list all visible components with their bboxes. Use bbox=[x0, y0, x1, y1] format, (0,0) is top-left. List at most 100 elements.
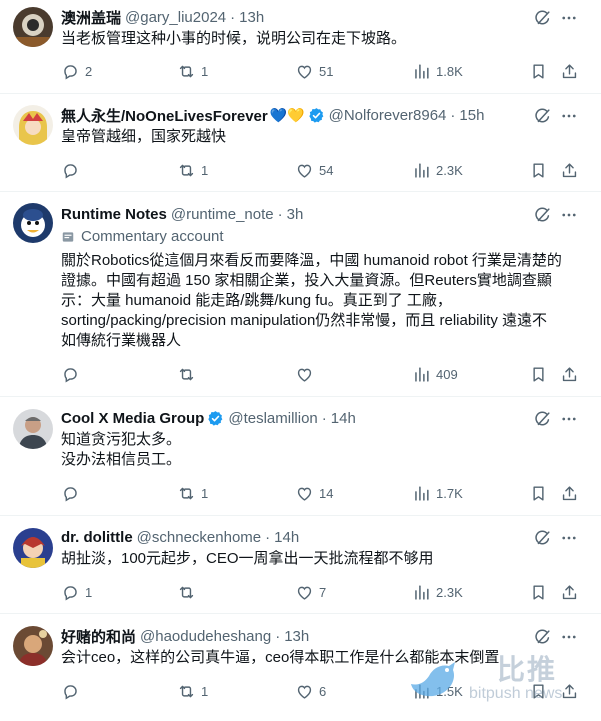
bookmark-button[interactable] bbox=[529, 160, 548, 180]
repost-icon bbox=[177, 365, 196, 384]
separator-dot: · bbox=[450, 106, 456, 124]
tweet-text: 皇帝管越细，国家死越快 bbox=[61, 128, 227, 145]
user-handle[interactable]: @haodudeheshang bbox=[140, 628, 271, 645]
display-name[interactable]: 無人永生/NoOneLivesForever bbox=[61, 105, 268, 126]
tweet-top-actions bbox=[533, 106, 579, 126]
avatar[interactable] bbox=[13, 626, 53, 666]
reply-icon bbox=[61, 682, 80, 701]
grok-icon[interactable] bbox=[533, 627, 553, 647]
share-icon bbox=[560, 365, 579, 384]
share-button[interactable] bbox=[560, 681, 579, 701]
repost-button[interactable]: 1 bbox=[177, 61, 208, 81]
tweet-text-line: 没办法相信员工。 bbox=[61, 451, 182, 468]
repost-count: 1 bbox=[201, 683, 209, 699]
avatar[interactable] bbox=[13, 7, 53, 47]
like-button[interactable]: 54 bbox=[295, 160, 333, 180]
share-button[interactable] bbox=[560, 61, 579, 81]
avatar[interactable] bbox=[13, 528, 53, 568]
views-button[interactable]: 1.7K bbox=[412, 483, 463, 503]
views-count: 1.7K bbox=[436, 485, 463, 501]
heart-icon bbox=[295, 583, 314, 602]
bookmark-button[interactable] bbox=[529, 582, 548, 602]
bookmark-button[interactable] bbox=[529, 61, 548, 81]
reply-button[interactable]: 1 bbox=[61, 582, 92, 602]
like-button[interactable]: 6 bbox=[295, 681, 326, 701]
user-handle[interactable]: @gary_liu2024 bbox=[125, 9, 226, 26]
repost-button[interactable]: 1 bbox=[177, 483, 208, 503]
like-button[interactable]: 7 bbox=[295, 582, 326, 602]
repost-button[interactable]: 1 bbox=[177, 681, 208, 701]
display-name[interactable]: Runtime Notes bbox=[61, 206, 167, 223]
display-name[interactable]: Cool X Media Group bbox=[61, 410, 204, 427]
user-handle[interactable]: @runtime_note bbox=[171, 206, 274, 223]
bookmark-button[interactable] bbox=[529, 483, 548, 503]
display-name[interactable]: dr. dolittle bbox=[61, 529, 133, 546]
tweet[interactable]: Runtime Notes @runtime_note · 3h Comment… bbox=[0, 192, 601, 397]
verified-badge-icon[interactable] bbox=[207, 410, 224, 427]
like-count: 51 bbox=[319, 63, 334, 79]
timestamp[interactable]: 14h bbox=[274, 529, 299, 546]
like-button[interactable]: 51 bbox=[295, 61, 333, 81]
share-button[interactable] bbox=[560, 483, 579, 503]
grok-icon[interactable] bbox=[533, 528, 553, 548]
views-icon bbox=[412, 484, 431, 503]
timestamp[interactable]: 13h bbox=[239, 9, 264, 26]
tweet[interactable]: 無人永生/NoOneLivesForever 💙💛 @Nolforever896… bbox=[0, 94, 601, 192]
reply-button[interactable] bbox=[61, 160, 85, 180]
tweet[interactable]: 好赌的和尚 @haodudeheshang · 13h 会计ceo，这样的公司真… bbox=[0, 614, 601, 721]
reply-button[interactable] bbox=[61, 483, 85, 503]
bookmark-button[interactable] bbox=[529, 364, 548, 384]
timestamp[interactable]: 14h bbox=[331, 410, 356, 427]
more-options-icon[interactable] bbox=[559, 409, 579, 429]
avatar[interactable] bbox=[13, 409, 53, 449]
timestamp[interactable]: 13h bbox=[284, 628, 309, 645]
reply-button[interactable] bbox=[61, 364, 85, 384]
like-button[interactable]: 14 bbox=[295, 483, 333, 503]
bookmark-icon bbox=[529, 484, 548, 503]
like-button[interactable] bbox=[295, 364, 319, 384]
grok-icon[interactable] bbox=[533, 205, 553, 225]
separator-dot: · bbox=[230, 8, 236, 26]
user-handle[interactable]: @teslamillion bbox=[228, 410, 317, 427]
user-handle[interactable]: @Nolforever8964 bbox=[329, 107, 447, 124]
avatar[interactable] bbox=[13, 105, 53, 145]
bookmark-button[interactable] bbox=[529, 681, 548, 701]
views-count: 1.5K bbox=[436, 683, 463, 699]
bookmark-icon bbox=[529, 365, 548, 384]
grok-icon[interactable] bbox=[533, 8, 553, 28]
display-name[interactable]: 好赌的和尚 bbox=[61, 626, 136, 647]
share-button[interactable] bbox=[560, 160, 579, 180]
verified-badge-icon[interactable] bbox=[308, 107, 325, 124]
tweet[interactable]: 澳洲盖瑞 @gary_liu2024 · 13h 当老板管理这种小事的时候，说明… bbox=[0, 0, 601, 94]
tweet-actions: 2 1 51 1.8K bbox=[61, 61, 579, 81]
heart-icon bbox=[295, 682, 314, 701]
reply-button[interactable] bbox=[61, 681, 85, 701]
repost-button[interactable]: 1 bbox=[177, 160, 208, 180]
more-options-icon[interactable] bbox=[559, 205, 579, 225]
more-options-icon[interactable] bbox=[559, 8, 579, 28]
views-button[interactable]: 2.3K bbox=[412, 160, 463, 180]
views-button[interactable]: 1.5K bbox=[412, 681, 463, 701]
share-button[interactable] bbox=[560, 364, 579, 384]
timestamp[interactable]: 3h bbox=[287, 206, 304, 223]
reply-button[interactable]: 2 bbox=[61, 61, 92, 81]
share-button[interactable] bbox=[560, 582, 579, 602]
grok-icon[interactable] bbox=[533, 409, 553, 429]
more-options-icon[interactable] bbox=[559, 106, 579, 126]
views-button[interactable]: 1.8K bbox=[412, 61, 463, 81]
display-name[interactable]: 澳洲盖瑞 bbox=[61, 7, 121, 28]
timestamp[interactable]: 15h bbox=[459, 107, 484, 124]
more-options-icon[interactable] bbox=[559, 528, 579, 548]
tweet[interactable]: dr. dolittle @schneckenhome · 14h 胡扯淡，10… bbox=[0, 516, 601, 614]
more-options-icon[interactable] bbox=[559, 627, 579, 647]
views-icon bbox=[412, 583, 431, 602]
views-icon bbox=[412, 682, 431, 701]
user-handle[interactable]: @schneckenhome bbox=[137, 529, 261, 546]
repost-button[interactable] bbox=[177, 582, 201, 602]
avatar[interactable] bbox=[13, 203, 53, 243]
grok-icon[interactable] bbox=[533, 106, 553, 126]
tweet[interactable]: Cool X Media Group @teslamillion · 14h 知… bbox=[0, 397, 601, 516]
repost-button[interactable] bbox=[177, 364, 201, 384]
views-button[interactable]: 409 bbox=[412, 364, 458, 384]
views-button[interactable]: 2.3K bbox=[412, 582, 463, 602]
